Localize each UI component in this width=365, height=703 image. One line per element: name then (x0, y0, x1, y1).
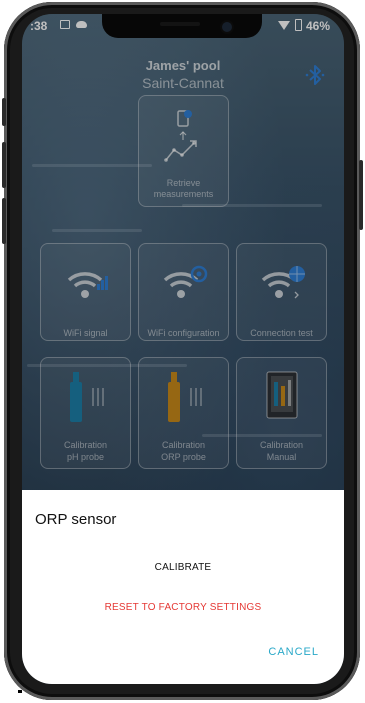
calibrate-button[interactable]: CALIBRATE (22, 562, 344, 573)
phone-volume-up-button (2, 142, 6, 188)
bottom-sheet: ORP sensor CALIBRATE RESET TO FACTORY SE… (22, 490, 344, 684)
phone-power-button (359, 160, 363, 230)
phone-side-button (2, 98, 6, 126)
app-screen: :38 46% James' pool Saint-Cannat Retriev… (22, 14, 344, 684)
phone-volume-down-button (2, 198, 6, 244)
cancel-button[interactable]: CANCEL (268, 646, 319, 658)
reset-factory-button[interactable]: RESET TO FACTORY SETTINGS (22, 602, 344, 613)
sheet-title: ORP sensor (35, 511, 117, 528)
frame-mark (18, 690, 22, 693)
